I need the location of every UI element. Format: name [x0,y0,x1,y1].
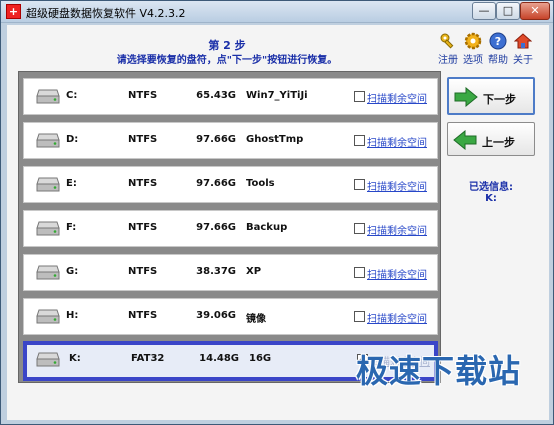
disk-row-h[interactable]: H: NTFS 39.06G 镜像 扫描剩余空间 [23,298,438,335]
disk-size: 38.37G [196,266,236,277]
disk-size: 39.06G [196,310,236,321]
about-label: 关于 [513,55,533,66]
register-label: 注册 [438,55,458,66]
disk-list[interactable]: C: NTFS 65.43G Win7_YiTiJi 扫描剩余空间 D: NTF… [18,71,441,383]
house-icon [514,33,532,49]
arrow-right-icon [454,87,478,107]
key-icon [440,33,454,49]
arrow-left-icon [453,130,477,150]
disk-label: GhostTmp [246,134,304,145]
hard-drive-icon [36,221,60,236]
step-description: 请选择要恢复的盘符，点"下一步"按钮进行恢复。 [116,55,338,66]
scan-free-space-link[interactable]: 扫描剩余空间 [367,310,427,325]
options-label: 选项 [463,55,483,66]
window-title: 超级硬盘数据恢复软件 V4.2.3.2 [26,7,186,20]
disk-letter: H: [66,310,79,321]
hard-drive-icon [36,309,60,324]
hard-drive-icon [36,133,60,148]
disk-label: XP [246,266,262,277]
scan-free-space-checkbox[interactable] [354,91,365,102]
minimize-button[interactable]: — [472,2,496,20]
disk-label: 镜像 [246,314,266,325]
help-label: 帮助 [488,55,508,66]
hard-drive-icon [36,89,60,104]
disk-size: 97.66G [196,178,236,189]
selected-info: 已选信息: K: [447,182,535,204]
disk-filesystem: NTFS [128,90,158,101]
previous-step-label: 上一步 [482,136,515,149]
disk-label: Backup [246,222,288,233]
about-button[interactable]: 关于 [510,32,536,66]
disk-label: 16G [249,353,272,364]
scan-free-space-checkbox[interactable] [354,179,365,190]
scan-free-space-checkbox[interactable] [354,267,365,278]
previous-step-button[interactable]: 上一步 [447,122,535,156]
scan-free-space-checkbox[interactable] [354,223,365,234]
close-button[interactable]: ✕ [520,2,550,20]
scan-free-space-link[interactable]: 扫描剩余空间 [367,90,427,105]
disk-row-f[interactable]: F: NTFS 97.66G Backup 扫描剩余空间 [23,210,438,247]
title-bar[interactable]: + 超级硬盘数据恢复软件 V4.2.3.2 — □ ✕ [1,1,553,23]
disk-row-g[interactable]: G: NTFS 38.37G XP 扫描剩余空间 [23,254,438,291]
disk-letter: E: [66,178,77,189]
next-step-label: 下一步 [483,93,516,106]
app-icon: + [6,4,21,19]
scan-free-space-link[interactable]: 扫描剩余空间 [367,178,427,193]
disk-size: 65.43G [196,90,236,101]
scan-free-space-link[interactable]: 扫描剩余空间 [367,266,427,281]
selected-info-value: K: [485,193,497,204]
disk-letter: G: [66,266,79,277]
watermark-text: 极速下载站 [356,352,522,390]
hard-drive-icon [36,352,60,367]
next-step-button[interactable]: 下一步 [447,77,535,115]
disk-letter: F: [66,222,77,233]
register-button[interactable]: 注册 [435,32,461,66]
hard-drive-icon [36,265,60,280]
disk-row-d[interactable]: D: NTFS 97.66G GhostTmp 扫描剩余空间 [23,122,438,159]
selected-info-title: 已选信息: [469,182,513,193]
app-window: + 超级硬盘数据恢复软件 V4.2.3.2 — □ ✕ 第 2 步 请选择要恢复… [0,0,554,425]
scan-free-space-checkbox[interactable] [354,135,365,146]
disk-letter: C: [66,90,78,101]
disk-filesystem: NTFS [128,134,158,145]
disk-size: 97.66G [196,134,236,145]
scan-free-space-checkbox[interactable] [354,311,365,322]
help-button[interactable]: ? 帮助 [485,32,511,66]
disk-size: 14.48G [199,353,239,364]
help-icon: ? [489,32,507,50]
scan-free-space-link[interactable]: 扫描剩余空间 [367,134,427,149]
scan-free-space-link[interactable]: 扫描剩余空间 [367,222,427,237]
disk-filesystem: NTFS [128,222,158,233]
disk-label: Win7_YiTiJi [246,90,308,101]
disk-letter: K: [69,353,81,364]
maximize-button[interactable]: □ [496,2,520,20]
gear-icon [464,32,482,50]
disk-filesystem: NTFS [128,178,158,189]
disk-letter: D: [66,134,79,145]
disk-filesystem: NTFS [128,310,158,321]
hard-drive-icon [36,177,60,192]
disk-filesystem: FAT32 [131,353,165,364]
disk-label: Tools [246,178,275,189]
svg-text:?: ? [495,35,501,48]
disk-row-e[interactable]: E: NTFS 97.66G Tools 扫描剩余空间 [23,166,438,203]
disk-row-c[interactable]: C: NTFS 65.43G Win7_YiTiJi 扫描剩余空间 [23,78,438,115]
disk-size: 97.66G [196,222,236,233]
disk-filesystem: NTFS [128,266,158,277]
options-button[interactable]: 选项 [460,32,486,66]
